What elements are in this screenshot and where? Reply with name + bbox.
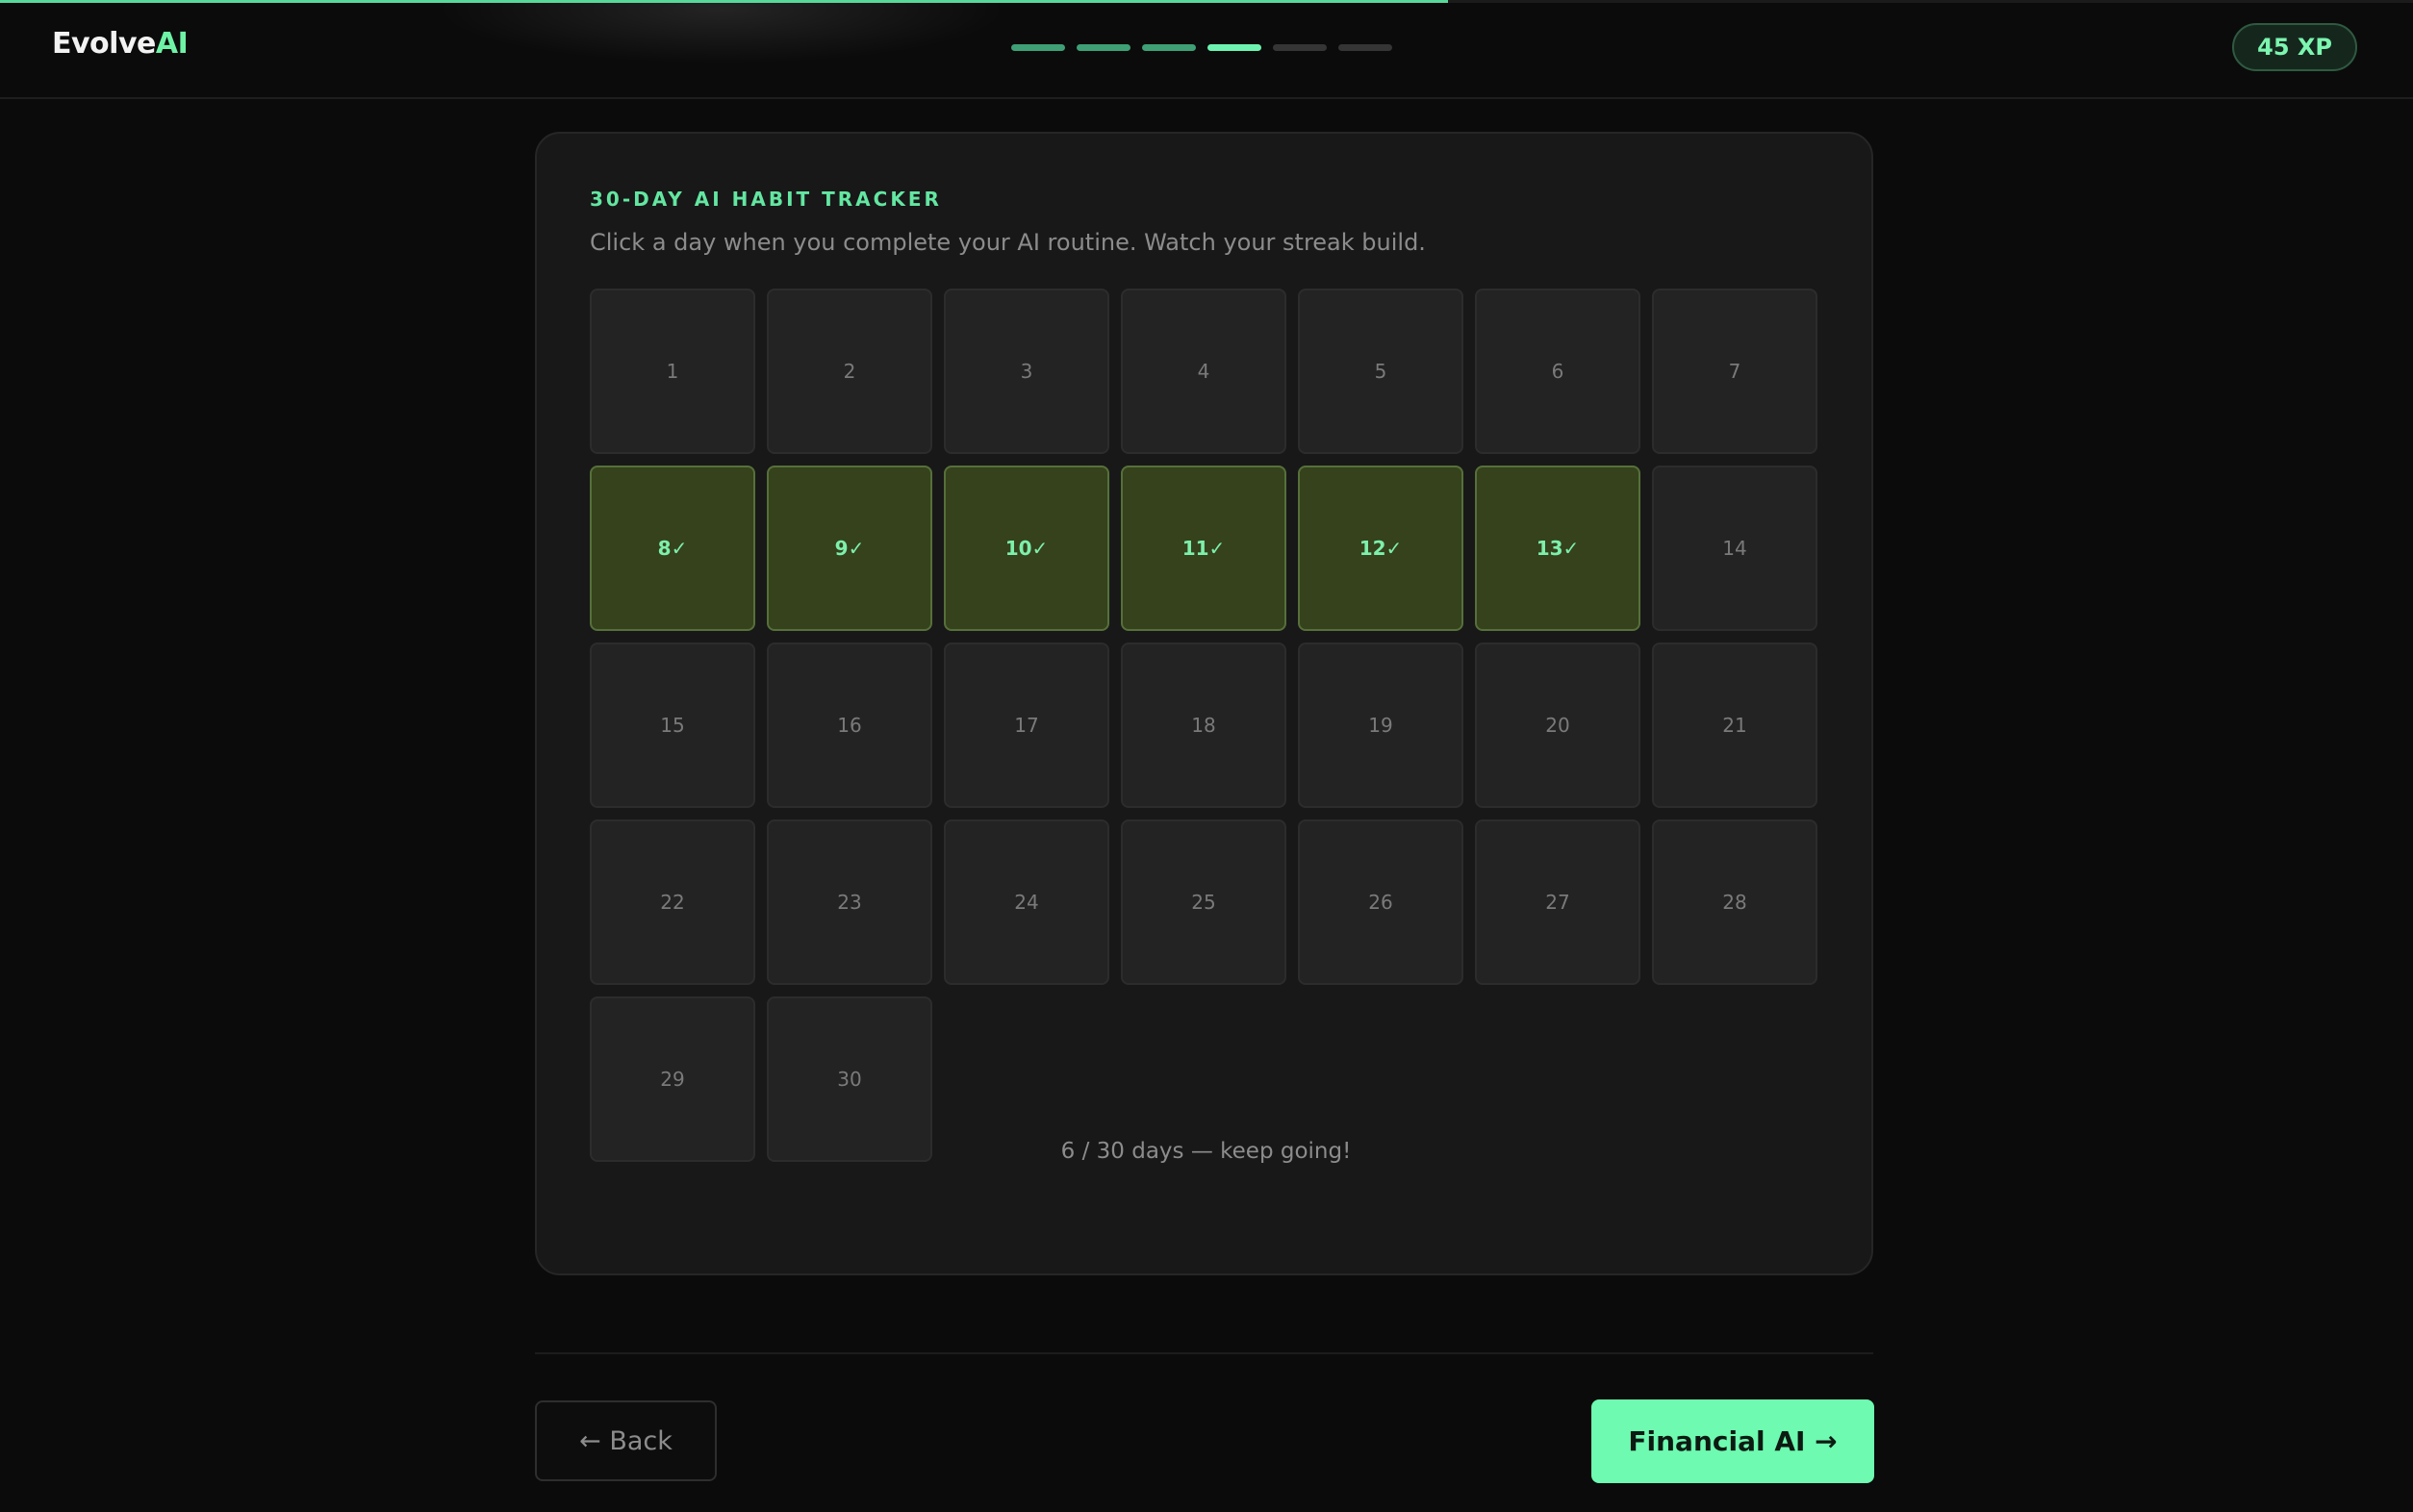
step-1 bbox=[1011, 44, 1065, 51]
day-cell[interactable]: 4 bbox=[1121, 289, 1286, 454]
day-cell[interactable]: 22 bbox=[590, 819, 755, 985]
day-cell[interactable]: 7 bbox=[1652, 289, 1817, 454]
brand-name: Evolve bbox=[52, 27, 156, 61]
step-4 bbox=[1207, 44, 1261, 51]
day-grid: 1 2 3 4 5 6 7 8✓ 9✓ 10✓ 11✓ 12✓ 13✓ 14 15 16 17 18 19 20 21 2… bbox=[590, 289, 1817, 1162]
card-title: 30-DAY AI HABIT TRACKER bbox=[590, 188, 942, 211]
brand-logo[interactable]: EvolveAI bbox=[52, 27, 189, 61]
habit-tracker-card: 30-DAY AI HABIT TRACKER Click a day when… bbox=[535, 132, 1873, 1275]
day-cell[interactable]: 25 bbox=[1121, 819, 1286, 985]
day-cell[interactable]: 15 bbox=[590, 643, 755, 808]
day-cell[interactable]: 1 bbox=[590, 289, 755, 454]
day-cell[interactable]: 19 bbox=[1298, 643, 1463, 808]
day-cell[interactable]: 9✓ bbox=[767, 466, 932, 631]
day-cell[interactable]: 6 bbox=[1475, 289, 1640, 454]
day-cell[interactable]: 20 bbox=[1475, 643, 1640, 808]
card-subtitle: Click a day when you complete your AI ro… bbox=[590, 229, 1426, 256]
day-cell[interactable]: 10✓ bbox=[944, 466, 1109, 631]
step-6 bbox=[1338, 44, 1392, 51]
page: EvolveAI 45 XP 30-DAY AI HABIT TRACKER C… bbox=[0, 0, 2413, 1512]
day-cell[interactable]: 2 bbox=[767, 289, 932, 454]
header: EvolveAI 45 XP bbox=[0, 0, 2413, 99]
day-cell[interactable]: 26 bbox=[1298, 819, 1463, 985]
day-cell[interactable]: 3 bbox=[944, 289, 1109, 454]
next-button[interactable]: Financial AI → bbox=[1591, 1399, 1874, 1483]
step-indicator bbox=[1011, 44, 1392, 51]
xp-badge: 45 XP bbox=[2232, 23, 2357, 71]
day-cell[interactable]: 29 bbox=[590, 996, 755, 1162]
day-cell[interactable]: 13✓ bbox=[1475, 466, 1640, 631]
day-cell[interactable]: 18 bbox=[1121, 643, 1286, 808]
brand-name-accent: AI bbox=[155, 27, 189, 61]
progress-text: 6 / 30 days — keep going! bbox=[1060, 1139, 1352, 1164]
day-cell[interactable]: 28 bbox=[1652, 819, 1817, 985]
day-cell[interactable]: 5 bbox=[1298, 289, 1463, 454]
footer-divider bbox=[535, 1352, 1873, 1354]
step-5 bbox=[1273, 44, 1327, 51]
day-cell[interactable]: 30 bbox=[767, 996, 932, 1162]
day-cell[interactable]: 24 bbox=[944, 819, 1109, 985]
day-cell[interactable]: 12✓ bbox=[1298, 466, 1463, 631]
day-cell[interactable]: 17 bbox=[944, 643, 1109, 808]
day-cell[interactable]: 27 bbox=[1475, 819, 1640, 985]
day-cell[interactable]: 23 bbox=[767, 819, 932, 985]
step-3 bbox=[1142, 44, 1196, 51]
day-cell[interactable]: 21 bbox=[1652, 643, 1817, 808]
day-cell[interactable]: 16 bbox=[767, 643, 932, 808]
back-button[interactable]: ← Back bbox=[535, 1400, 717, 1481]
day-cell[interactable]: 11✓ bbox=[1121, 466, 1286, 631]
day-cell[interactable]: 14 bbox=[1652, 466, 1817, 631]
day-cell[interactable]: 8✓ bbox=[590, 466, 755, 631]
step-2 bbox=[1077, 44, 1130, 51]
